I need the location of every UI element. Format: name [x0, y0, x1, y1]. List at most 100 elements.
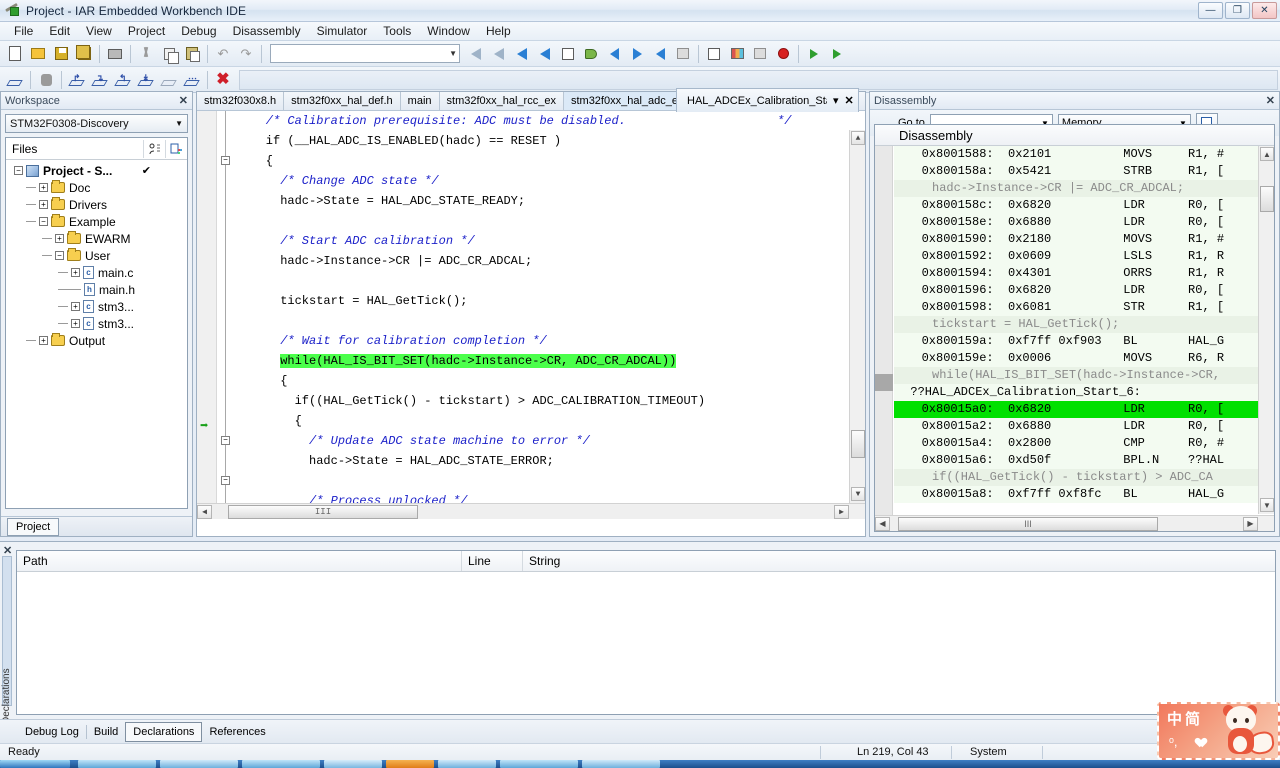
workspace-tab-project[interactable]: Project [7, 517, 60, 536]
taskbar-item[interactable] [500, 760, 578, 768]
menu-view[interactable]: View [78, 22, 120, 40]
open-file-icon[interactable] [27, 43, 49, 65]
disassembly-source-line[interactable]: tickstart = HAL_GetTick(); [894, 316, 1258, 333]
tree-row-user[interactable]: − User [6, 247, 187, 264]
break-icon[interactable] [35, 69, 57, 91]
disassembly-source-line[interactable]: if((HAL_GetTick() - tickstart) > ADC_CA [894, 469, 1258, 486]
taskbar-item[interactable] [78, 760, 156, 768]
ime-popup[interactable]: 中简 ᵒ, [1157, 702, 1280, 760]
menu-help[interactable]: Help [478, 22, 519, 40]
tree-expander[interactable]: + [71, 319, 80, 328]
download-debug-icon[interactable] [803, 43, 825, 65]
vertical-scroll-thumb[interactable] [1260, 186, 1274, 212]
menu-window[interactable]: Window [419, 22, 478, 40]
disassembly-instruction-row[interactable]: 0x800158c: 0x6820 LDR R0, [ [894, 197, 1258, 214]
horizontal-scroll-thumb[interactable]: III [228, 504, 418, 519]
tab-references[interactable]: References [202, 723, 272, 741]
tree-expander[interactable]: − [39, 217, 48, 226]
tab-debug-log[interactable]: Debug Log [18, 723, 86, 741]
next-statement-icon[interactable]: ↡ [135, 69, 157, 91]
tree-expander[interactable]: + [39, 336, 48, 345]
disassembly-instruction-row[interactable]: 0x8001592: 0x0609 LSLS R1, R [894, 248, 1258, 265]
fold-toggle[interactable]: − [221, 156, 230, 165]
horizontal-scroll-thumb[interactable]: III [898, 516, 1158, 531]
minimize-button[interactable]: — [1198, 2, 1223, 19]
go-icon[interactable]: ⋯ [181, 69, 203, 91]
scroll-down-icon[interactable]: ▼ [1260, 498, 1274, 512]
tree-expander[interactable]: − [55, 251, 64, 260]
reset-icon[interactable] [4, 69, 26, 91]
project-files-tree[interactable]: Files − Project - S... ✔ + Doc + Drivers… [5, 137, 188, 509]
debug-tools-icon[interactable] [749, 43, 771, 65]
make-icon[interactable] [703, 43, 725, 65]
tree-expander[interactable]: + [39, 183, 48, 192]
bookmark-clear-icon[interactable] [534, 43, 556, 65]
tree-expander[interactable]: + [55, 234, 64, 243]
taskbar-item[interactable] [582, 760, 660, 768]
tree-expander[interactable]: − [14, 166, 23, 175]
tree-row-stm32-2[interactable]: + c stm3... [6, 315, 187, 332]
scroll-left-icon[interactable]: ◀ [197, 504, 212, 519]
scroll-up-icon[interactable]: ▲ [851, 131, 865, 145]
step-over-icon[interactable]: ↱ [66, 69, 88, 91]
taskbar-item[interactable] [438, 760, 496, 768]
menu-project[interactable]: Project [120, 22, 173, 40]
scroll-right-icon[interactable]: ▶ [1243, 516, 1258, 531]
redo-icon[interactable]: ↷ [235, 43, 257, 65]
tree-row-example[interactable]: − Example [6, 213, 187, 230]
disassembly-instruction-row[interactable]: 0x8001596: 0x6820 LDR R0, [ [894, 282, 1258, 299]
stop-debugging-icon[interactable]: ✖ [212, 69, 234, 91]
chevron-down-icon[interactable]: ▾ [833, 94, 839, 107]
taskbar-item[interactable] [386, 760, 434, 768]
tree-row-output[interactable]: + Output [6, 332, 187, 349]
project-config-dropdown[interactable]: STM32F0308-Discovery ▼ [5, 114, 188, 133]
disassembly-instruction-row[interactable]: 0x8001598: 0x6081 STR R1, [ [894, 299, 1258, 316]
menu-disassembly[interactable]: Disassembly [225, 22, 309, 40]
menu-debug[interactable]: Debug [173, 22, 224, 40]
ime-dots-icon[interactable]: ᵒ, [1169, 734, 1178, 749]
menu-tools[interactable]: Tools [375, 22, 419, 40]
disassembly-instruction-row[interactable]: 0x8001588: 0x2101 MOVS R1, # [894, 146, 1258, 163]
editor-tab-stm32f030x8-h[interactable]: stm32f030x8.h [197, 92, 285, 110]
bookmark-toggle-icon[interactable] [511, 43, 533, 65]
tree-row-main-h[interactable]: h main.h [6, 281, 187, 298]
disassembly-current-instruction[interactable]: 0x80015a0: 0x6820 LDR R0, [ [894, 401, 1258, 418]
maximize-button[interactable]: ❐ [1225, 2, 1250, 19]
menu-file[interactable]: File [6, 22, 41, 40]
menu-simulator[interactable]: Simulator [309, 22, 376, 40]
editor-vertical-scrollbar[interactable]: ▲ ▼ [849, 130, 865, 503]
navigate-back-icon[interactable] [603, 43, 625, 65]
disassembly-instruction-row[interactable]: 0x80015a6: 0xd50f BPL.N ??HAL [894, 452, 1258, 469]
compile-icon[interactable] [580, 43, 602, 65]
project-connections-icon[interactable] [143, 139, 165, 158]
save-icon[interactable] [50, 43, 72, 65]
disassembly-instruction-row[interactable]: 0x800159a: 0xf7ff 0xf903 BL HAL_G [894, 333, 1258, 350]
cut-icon[interactable] [135, 43, 157, 65]
find-next-icon[interactable] [488, 43, 510, 65]
disassembly-instruction-row[interactable]: 0x8001590: 0x2180 MOVS R1, # [894, 231, 1258, 248]
undo-icon[interactable]: ↶ [212, 43, 234, 65]
disassembly-instruction-row[interactable]: 0x800159e: 0x0006 MOVS R6, R [894, 350, 1258, 367]
navigate-forward-icon[interactable] [626, 43, 648, 65]
tree-expander[interactable]: + [71, 268, 80, 277]
save-all-icon[interactable] [73, 43, 95, 65]
taskbar-item[interactable] [324, 760, 382, 768]
tree-row-stm32-1[interactable]: + c stm3... [6, 298, 187, 315]
menu-edit[interactable]: Edit [41, 22, 78, 40]
vertical-scroll-thumb[interactable] [851, 430, 865, 458]
navigate-back-file-icon[interactable] [649, 43, 671, 65]
breakpoint-gutter[interactable] [197, 111, 217, 519]
print-icon[interactable] [104, 43, 126, 65]
scroll-up-icon[interactable]: ▲ [1260, 147, 1274, 161]
breakpoint-icon[interactable] [772, 43, 794, 65]
close-icon[interactable]: ✕ [845, 94, 854, 107]
paste-icon[interactable] [181, 43, 203, 65]
fold-toggle[interactable]: − [221, 436, 230, 445]
tree-expander[interactable]: + [39, 200, 48, 209]
tree-row-doc[interactable]: + Doc [6, 179, 187, 196]
disassembly-instruction-row[interactable]: 0x800158a: 0x5421 STRB R1, [ [894, 163, 1258, 180]
taskbar-item[interactable] [160, 760, 238, 768]
tree-row-project[interactable]: − Project - S... ✔ [6, 162, 187, 179]
disassembly-close-icon[interactable]: ✕ [1266, 94, 1275, 107]
tree-expander[interactable]: + [71, 302, 80, 311]
